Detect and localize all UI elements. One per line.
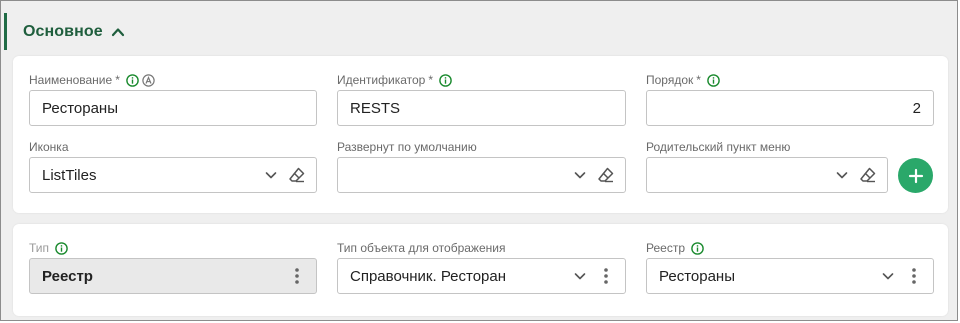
registry-label: Реестр bbox=[646, 241, 685, 255]
chevron-down-icon[interactable] bbox=[569, 265, 591, 287]
icon-select[interactable]: ListTiles bbox=[29, 157, 317, 193]
chevron-down-icon[interactable] bbox=[569, 164, 591, 186]
order-field: Порядок * 2 bbox=[646, 72, 934, 128]
more-vertical-icon[interactable] bbox=[595, 265, 617, 287]
chevron-down-icon[interactable] bbox=[877, 265, 899, 287]
auto-icon[interactable] bbox=[142, 73, 155, 87]
display-fields-card: Тип Реестр Тип объекта для отображения С… bbox=[13, 224, 948, 316]
info-icon[interactable] bbox=[55, 241, 68, 255]
order-value[interactable]: 2 bbox=[647, 100, 933, 117]
icon-value[interactable]: ListTiles bbox=[30, 167, 260, 184]
expanded-label: Развернут по умолчанию bbox=[337, 140, 477, 154]
required-mark: * bbox=[428, 73, 434, 87]
identifier-input[interactable]: RESTS bbox=[337, 90, 626, 126]
eraser-icon[interactable] bbox=[595, 164, 617, 186]
name-field: Наименование * Рестораны bbox=[29, 72, 317, 128]
order-label: Порядок bbox=[646, 73, 694, 87]
type-input: Реестр bbox=[29, 258, 317, 294]
registry-value[interactable]: Рестораны bbox=[647, 268, 877, 285]
add-parent-button[interactable] bbox=[898, 158, 933, 193]
icon-label: Иконка bbox=[29, 140, 69, 154]
object-type-value[interactable]: Справочник. Ресторан bbox=[338, 268, 569, 285]
identifier-field: Идентификатор * RESTS bbox=[337, 72, 626, 128]
type-label: Тип bbox=[29, 241, 50, 255]
plus-icon bbox=[908, 168, 923, 183]
required-mark: * bbox=[115, 73, 120, 87]
name-label: Наименование bbox=[29, 73, 113, 87]
main-fields-card: Наименование * Рестораны Идентификатор *… bbox=[13, 56, 948, 213]
order-input[interactable]: 2 bbox=[646, 90, 934, 126]
identifier-value[interactable]: RESTS bbox=[338, 100, 625, 117]
type-field: Тип Реестр bbox=[29, 240, 317, 296]
section-title[interactable]: Основное bbox=[23, 23, 103, 41]
expanded-select[interactable] bbox=[337, 157, 626, 193]
parent-menu-field: Родительский пункт меню bbox=[646, 139, 934, 195]
info-icon[interactable] bbox=[691, 241, 704, 255]
info-icon[interactable] bbox=[439, 73, 452, 87]
info-icon[interactable] bbox=[126, 73, 139, 87]
parent-menu-select[interactable] bbox=[646, 157, 888, 193]
expanded-field: Развернут по умолчанию bbox=[337, 139, 626, 195]
object-type-select[interactable]: Справочник. Ресторан bbox=[337, 258, 626, 294]
eraser-icon[interactable] bbox=[286, 164, 308, 186]
registry-select[interactable]: Рестораны bbox=[646, 258, 934, 294]
form-panel: Основное Наименование * Рестораны Иденти… bbox=[0, 0, 958, 321]
more-vertical-icon[interactable] bbox=[903, 265, 925, 287]
registry-field: Реестр Рестораны bbox=[646, 240, 934, 296]
identifier-label: Идентификатор bbox=[337, 73, 426, 87]
icon-field: Иконка ListTiles bbox=[29, 139, 317, 195]
type-value: Реестр bbox=[42, 267, 93, 285]
chevron-up-icon[interactable] bbox=[111, 25, 125, 39]
name-input[interactable]: Рестораны bbox=[29, 90, 317, 126]
object-type-label: Тип объекта для отображения bbox=[337, 241, 506, 255]
object-type-field: Тип объекта для отображения Справочник. … bbox=[337, 240, 626, 296]
info-icon[interactable] bbox=[707, 73, 720, 87]
parent-menu-label: Родительский пункт меню bbox=[646, 140, 791, 154]
more-vertical-icon[interactable] bbox=[286, 265, 308, 287]
chevron-down-icon[interactable] bbox=[831, 164, 853, 186]
section-header[interactable]: Основное bbox=[4, 13, 959, 50]
eraser-icon[interactable] bbox=[857, 164, 879, 186]
required-mark: * bbox=[696, 73, 701, 87]
chevron-down-icon[interactable] bbox=[260, 164, 282, 186]
name-value[interactable]: Рестораны bbox=[30, 100, 316, 117]
